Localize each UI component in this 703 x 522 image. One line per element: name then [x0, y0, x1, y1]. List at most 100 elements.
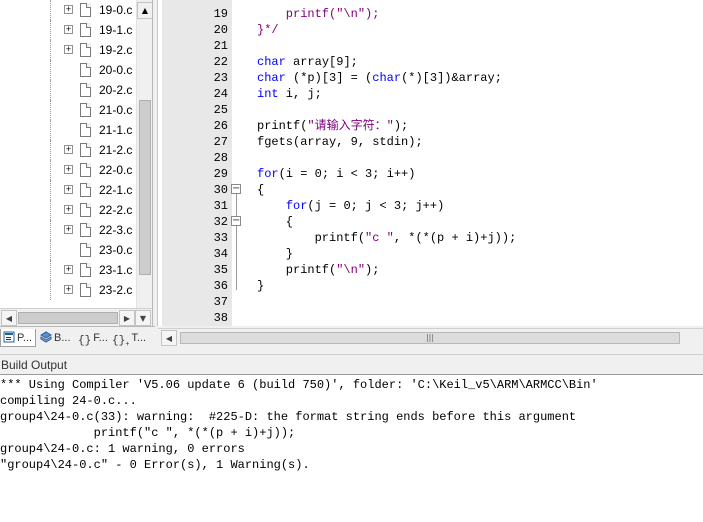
tab-project[interactable]: P... — [0, 329, 36, 347]
tree-item[interactable]: +23-1.c — [0, 260, 136, 280]
tree-item[interactable]: +19-1.c — [0, 20, 136, 40]
code-token: 9 — [350, 135, 358, 149]
build-output-title: Build Output — [1, 358, 68, 372]
expand-plus-icon[interactable]: + — [64, 25, 73, 34]
tree-horizontal-scrollbar[interactable]: ◀ ▶ ▼ — [0, 308, 152, 326]
tree-item[interactable]: +22-1.c — [0, 180, 136, 200]
tree-item[interactable]: +22-0.c — [0, 160, 136, 180]
code-token: i, j; — [278, 87, 322, 101]
code-line[interactable]: } — [257, 246, 293, 262]
project-icon — [3, 331, 15, 343]
expand-plus-icon[interactable]: + — [64, 285, 73, 294]
code-line[interactable]: printf("\n"); — [257, 262, 380, 278]
tab-templates[interactable]: {}+T... — [110, 329, 150, 349]
code-token: ); — [365, 7, 380, 21]
file-icon — [80, 163, 91, 177]
output-line: "group4\24-0.c" - 0 Error(s), 1 Warning(… — [0, 458, 310, 472]
code-line[interactable]: fgets(array, 9, stdin); — [257, 134, 423, 150]
tree-item[interactable]: +21-2.c — [0, 140, 136, 160]
scroll-left-arrow-icon[interactable]: ◀ — [161, 330, 177, 346]
tree-item[interactable]: +22-2.c — [0, 200, 136, 220]
editor-horizontal-scrollbar[interactable]: ◀ ||| — [158, 328, 703, 346]
code-token: 3 — [429, 71, 438, 85]
tab-books[interactable]: B... — [38, 329, 74, 347]
expand-plus-icon[interactable]: + — [64, 225, 73, 234]
tree-item-label: 23-0.c — [99, 243, 133, 257]
tree-item-label: 19-2.c — [99, 43, 133, 57]
tree-hscroll-thumb[interactable] — [18, 312, 118, 324]
code-token: }*/ — [257, 23, 279, 37]
expand-plus-icon[interactable]: + — [64, 265, 73, 274]
code-token: { — [257, 215, 294, 229]
expand-plus-icon[interactable]: + — [64, 205, 73, 214]
tree-item[interactable]: 20-0.c — [0, 60, 136, 80]
code-line[interactable]: for(i = 0; i < 3; i++) — [257, 166, 415, 182]
scroll-right-arrow-icon[interactable]: ▶ — [119, 310, 135, 326]
code-token: , *(*(p + i)+j)); — [393, 231, 517, 245]
code-token: ] = ( — [336, 71, 373, 85]
code-token: printf( — [257, 263, 337, 277]
tree-item[interactable]: 21-0.c — [0, 100, 136, 120]
scroll-down-arrow-icon[interactable]: ▼ — [135, 310, 151, 326]
tree-item[interactable]: 20-2.c — [0, 80, 136, 100]
tree-guide-line — [50, 260, 51, 280]
code-line[interactable]: char array[9]; — [257, 54, 358, 70]
file-icon — [80, 3, 91, 17]
tree-vertical-scrollbar[interactable]: ▲ — [136, 0, 152, 308]
output-line: group4\24-0.c(33): warning: #225-D: the … — [0, 410, 577, 424]
code-line[interactable]: char (*p)[3] = (char(*)[3])&array; — [257, 70, 502, 86]
code-line[interactable]: { — [257, 214, 293, 230]
file-icon — [80, 263, 91, 277]
fold-collapse-icon[interactable]: − — [231, 184, 241, 194]
scroll-left-arrow-icon[interactable]: ◀ — [1, 310, 17, 326]
workspace-pane-tabs: P... B... {} F... {}+T... — [0, 326, 155, 349]
tree-item-label: 23-1.c — [99, 263, 133, 277]
code-token: ; j++) — [401, 199, 445, 213]
code-token: "c " — [365, 231, 394, 245]
code-token: (j = — [307, 199, 344, 213]
code-token: "\n" — [336, 7, 366, 21]
tree-item[interactable]: +19-2.c — [0, 40, 136, 60]
code-line[interactable]: int i, j; — [257, 86, 322, 102]
tree-item[interactable]: +23-2.c — [0, 280, 136, 300]
expand-plus-icon[interactable]: + — [64, 185, 73, 194]
line-number: 24 — [213, 87, 228, 101]
expand-plus-icon[interactable]: + — [64, 165, 73, 174]
code-token: (*p)[ — [285, 71, 330, 85]
tree-item[interactable]: +19-0.c — [0, 0, 136, 20]
tree-guide-line — [50, 140, 51, 160]
tab-functions[interactable]: {} F... — [76, 329, 110, 347]
code-line[interactable]: printf("\n"); — [257, 6, 380, 22]
code-editor[interactable]: 19 20 21 22 23 24 25 26 27 28 29 30 31 32 33 34 35 36 37 38… — [157, 0, 703, 346]
line-number: 30 — [213, 183, 228, 197]
file-icon — [80, 123, 91, 137]
code-token: "\n" — [336, 263, 366, 277]
tree-item-label: 21-2.c — [99, 143, 133, 157]
code-line[interactable]: }*/ — [257, 22, 279, 38]
editor-hscroll-thumb[interactable]: ||| — [180, 332, 680, 344]
code-line[interactable]: for(j = 0; j < 3; j++) — [257, 198, 444, 214]
line-number: 33 — [213, 231, 228, 245]
code-line[interactable]: } — [257, 278, 264, 294]
build-output-panel[interactable]: *** Using Compiler 'V5.06 update 6 (buil… — [0, 374, 703, 522]
tree-item[interactable]: 21-1.c — [0, 120, 136, 140]
code-line[interactable]: printf("请输入字符："); — [257, 118, 408, 134]
tree-vscroll-thumb[interactable] — [139, 100, 151, 275]
line-number-gutter: 19 20 21 22 23 24 25 26 27 28 29 30 31 32 33 34 35 36 37 38 — [162, 0, 232, 326]
code-token: array[ — [285, 55, 337, 69]
code-line[interactable]: printf("c ", *(*(p + i)+j)); — [257, 230, 517, 246]
scroll-up-arrow-icon[interactable]: ▲ — [137, 2, 152, 19]
fold-collapse-icon[interactable]: − — [231, 216, 241, 226]
tree-item[interactable]: 23-0.c — [0, 240, 136, 260]
code-token: for — [285, 199, 308, 213]
expand-plus-icon[interactable]: + — [64, 145, 73, 154]
line-number: 22 — [213, 55, 228, 69]
line-number: 23 — [213, 71, 228, 85]
code-token: char — [257, 55, 286, 69]
expand-plus-icon[interactable]: + — [64, 45, 73, 54]
code-line[interactable]: { — [257, 182, 264, 198]
tree-item[interactable]: +22-3.c — [0, 220, 136, 240]
expand-plus-icon[interactable]: + — [64, 5, 73, 14]
tab-books-label: B... — [54, 332, 71, 344]
tree-item-label: 21-1.c — [99, 123, 133, 137]
